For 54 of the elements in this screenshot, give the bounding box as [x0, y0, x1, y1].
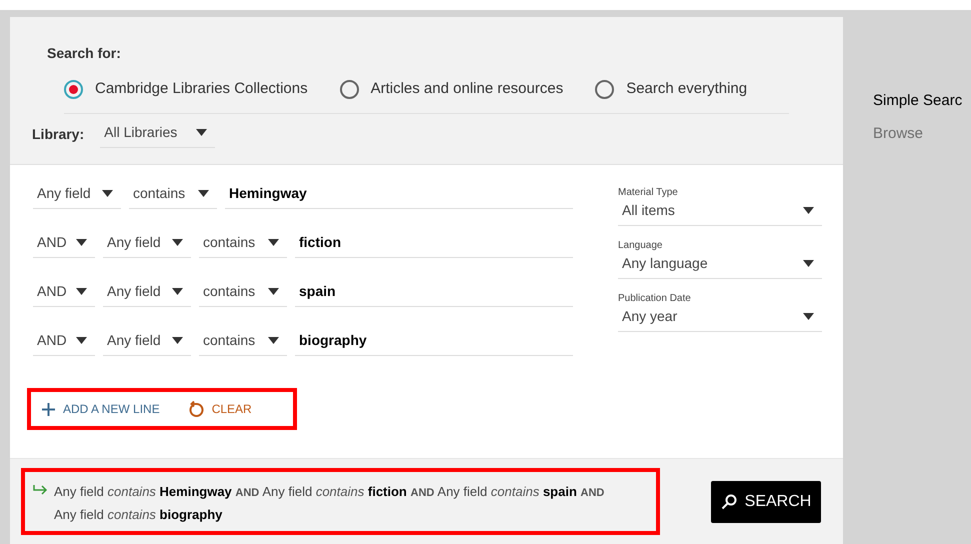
nav-link[interactable]: Simple Searc — [873, 90, 962, 112]
caret-icon — [268, 337, 279, 344]
boolean-dropdown[interactable]: AND — [33, 330, 95, 356]
search-term-field[interactable]: Hemingway — [225, 183, 573, 209]
caret-icon — [172, 239, 183, 246]
search-term-field[interactable]: spain — [295, 281, 573, 307]
filter-dropdown[interactable]: Any year — [618, 306, 822, 332]
library-label: Library: — [32, 125, 84, 144]
boolean-dropdown[interactable]: AND — [33, 281, 95, 307]
search-term-field[interactable]: fiction — [295, 232, 573, 258]
filter-label: Publication Date — [618, 292, 692, 306]
boolean-dropdown[interactable]: AND — [33, 232, 95, 258]
caret-icon — [76, 288, 87, 295]
caret-icon — [803, 313, 814, 320]
caret-icon — [172, 337, 183, 344]
caret-icon — [803, 207, 814, 214]
caret-icon — [172, 288, 183, 295]
reset-icon — [188, 400, 204, 418]
radio-button[interactable] — [340, 80, 359, 99]
search-for-label: Search for: — [47, 44, 122, 63]
radio-button[interactable] — [64, 80, 83, 99]
clear-button[interactable]: CLEAR — [188, 400, 252, 418]
search-icon — [720, 494, 737, 510]
operator-dropdown[interactable]: contains — [129, 183, 217, 209]
caret-icon — [102, 190, 113, 197]
radio-option[interactable]: Articles and online resources — [340, 78, 564, 100]
arrow-icon — [33, 485, 48, 495]
search-button[interactable]: SEARCH — [711, 481, 821, 523]
operator-dropdown[interactable]: contains — [199, 232, 287, 258]
filter-label: Language — [618, 239, 664, 253]
caret-icon — [196, 128, 208, 136]
field-dropdown[interactable]: Any field — [103, 232, 191, 258]
search-term-field[interactable]: biography — [295, 330, 573, 356]
operator-dropdown[interactable]: contains — [199, 330, 287, 356]
caret-icon — [76, 239, 87, 246]
operator-dropdown[interactable]: contains — [199, 281, 287, 307]
caret-icon — [76, 337, 87, 344]
radio-button[interactable] — [595, 80, 614, 99]
plus-icon — [42, 402, 55, 416]
query-summary: Any field contains Hemingway AND Any field contains fiction AND Any field contains spain AND Any field contains biography — [54, 483, 606, 524]
add-line-button[interactable]: ADD A NEW LINE — [42, 400, 160, 418]
field-dropdown[interactable]: Any field — [103, 281, 191, 307]
filter-label: Material Type — [618, 186, 679, 200]
library-dropdown[interactable]: All Libraries — [100, 122, 216, 148]
caret-icon — [268, 239, 279, 246]
radio-option[interactable]: Search everything — [595, 78, 748, 100]
caret-icon — [198, 190, 209, 197]
field-dropdown[interactable]: Any field — [33, 183, 121, 209]
filter-dropdown[interactable]: All items — [618, 200, 822, 226]
field-dropdown[interactable]: Any field — [103, 330, 191, 356]
filter-dropdown[interactable]: Any language — [618, 253, 822, 279]
radio-option[interactable]: Cambridge Libraries Collections — [64, 78, 308, 100]
caret-icon — [803, 260, 814, 267]
caret-icon — [268, 288, 279, 295]
